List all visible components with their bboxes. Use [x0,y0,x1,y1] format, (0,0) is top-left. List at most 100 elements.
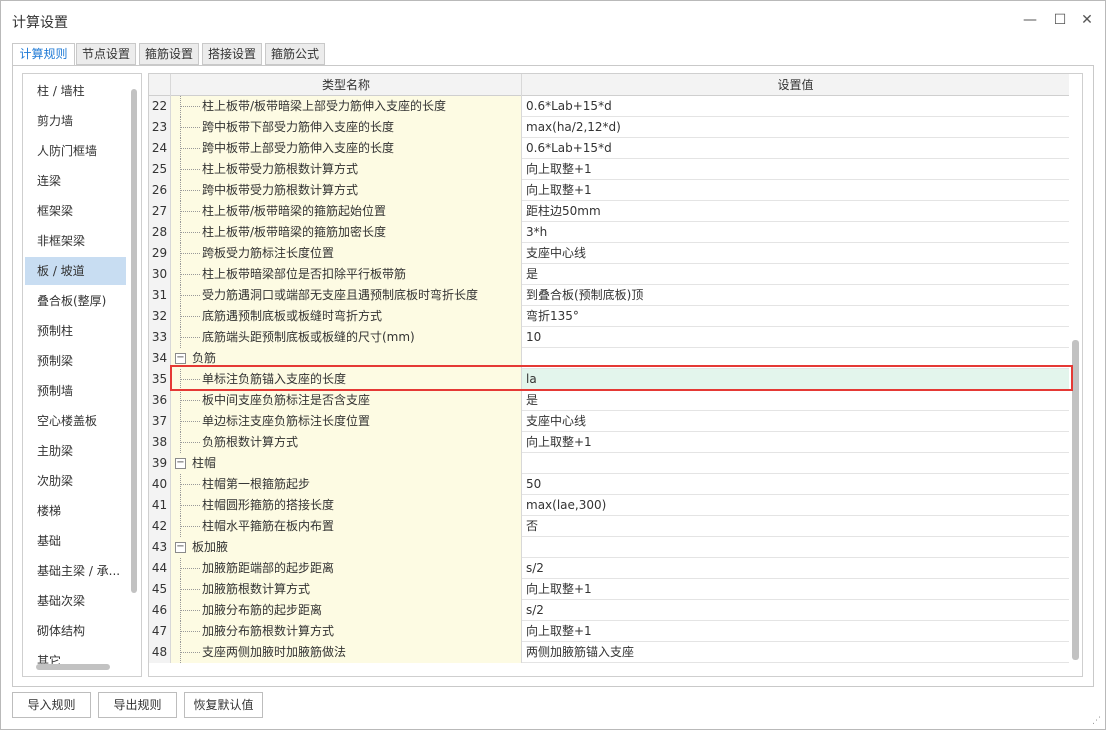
sidebar-item[interactable]: 板 / 坡道 [25,257,126,285]
table-row[interactable]: 28 柱上板带/板带暗梁的箍筋加密长度 3*h [149,222,1069,243]
sidebar-item[interactable]: 空心楼盖板 [25,407,126,435]
export-rules-button[interactable]: 导出规则 [98,692,177,718]
table-row[interactable]: 26 跨中板带受力筋根数计算方式 向上取整+1 [149,180,1069,201]
type-name-cell[interactable]: 柱帽水平箍筋在板内布置 [171,516,522,537]
type-name-cell[interactable]: − 负筋 [171,348,522,369]
type-name-cell[interactable]: 柱上板带/板带暗梁的箍筋加密长度 [171,222,522,243]
table-row[interactable]: 42 柱帽水平箍筋在板内布置 否 [149,516,1069,537]
table-row[interactable]: 33 底筋端头距预制底板或板缝的尺寸(mm) 10 [149,327,1069,348]
type-name-cell[interactable]: 加腋分布筋的起步距离 [171,600,522,621]
setting-value-cell[interactable]: 50 [522,474,1069,495]
table-row[interactable]: 24 跨中板带上部受力筋伸入支座的长度 0.6*Lab+15*d [149,138,1069,159]
maximize-icon[interactable]: ☐ [1050,10,1070,30]
collapse-icon[interactable]: − [175,458,186,469]
type-name-cell[interactable]: 单标注负筋锚入支座的长度 [171,369,522,390]
sidebar-item[interactable]: 柱 / 墙柱 [25,77,126,105]
type-name-cell[interactable]: 柱帽圆形箍筋的搭接长度 [171,495,522,516]
table-row[interactable]: 40 柱帽第一根箍筋起步 50 [149,474,1069,495]
type-name-cell[interactable]: − 柱帽 [171,453,522,474]
group-row[interactable]: 39− 柱帽 [149,453,1069,474]
setting-value-cell[interactable]: s/2 [522,600,1069,621]
sidebar-item[interactable]: 基础 [25,527,126,555]
setting-value-cell[interactable]: 两侧加腋筋锚入支座 [522,642,1069,663]
type-name-cell[interactable]: 跨中板带上部受力筋伸入支座的长度 [171,138,522,159]
setting-value-cell[interactable]: max(ha/2,12*d) [522,117,1069,138]
setting-value-cell[interactable]: 否 [522,516,1069,537]
type-name-cell[interactable]: 柱上板带/板带暗梁的箍筋起始位置 [171,201,522,222]
group-row[interactable]: 43− 板加腋 [149,537,1069,558]
table-row[interactable]: 41 柱帽圆形箍筋的搭接长度 max(lae,300) [149,495,1069,516]
setting-value-cell[interactable]: 向上取整+1 [522,159,1069,180]
sidebar-vertical-scrollbar[interactable] [131,89,137,593]
type-name-cell[interactable]: 跨板受力筋标注长度位置 [171,243,522,264]
setting-value-cell[interactable]: la [522,369,1069,390]
setting-value-cell[interactable]: 距柱边50mm [522,201,1069,222]
sidebar-item[interactable]: 预制墙 [25,377,126,405]
table-row[interactable]: 36 板中间支座负筋标注是否含支座 是 [149,390,1069,411]
sidebar-item[interactable]: 预制柱 [25,317,126,345]
table-row[interactable]: 25 柱上板带受力筋根数计算方式 向上取整+1 [149,159,1069,180]
close-icon[interactable]: ✕ [1077,10,1097,30]
setting-value-cell[interactable]: 0.6*Lab+15*d [522,96,1069,117]
sidebar-item[interactable]: 预制梁 [25,347,126,375]
tab-stirrup-formula[interactable]: 箍筋公式 [265,43,325,65]
minimize-icon[interactable]: — [1020,10,1040,30]
table-row[interactable]: 29 跨板受力筋标注长度位置 支座中心线 [149,243,1069,264]
setting-value-cell[interactable]: 向上取整+1 [522,432,1069,453]
setting-value-cell[interactable] [522,453,1069,474]
collapse-icon[interactable]: − [175,353,186,364]
table-row[interactable]: 23 跨中板带下部受力筋伸入支座的长度 max(ha/2,12*d) [149,117,1069,138]
setting-value-cell[interactable]: 支座中心线 [522,411,1069,432]
sidebar-item[interactable]: 叠合板(整厚) [25,287,126,315]
resize-grip-icon[interactable]: ⋰ [1092,716,1102,726]
setting-value-cell[interactable]: 弯折135° [522,306,1069,327]
type-name-cell[interactable]: − 板加腋 [171,537,522,558]
sidebar-horizontal-scrollbar[interactable] [36,664,110,670]
sidebar-item[interactable]: 砌体结构 [25,617,126,645]
table-row[interactable]: 22 柱上板带/板带暗梁上部受力筋伸入支座的长度 0.6*Lab+15*d [149,96,1069,117]
table-row[interactable]: 47 加腋分布筋根数计算方式 向上取整+1 [149,621,1069,642]
setting-value-cell[interactable]: 向上取整+1 [522,579,1069,600]
setting-value-cell[interactable]: max(lae,300) [522,495,1069,516]
setting-value-cell[interactable]: 支座中心线 [522,243,1069,264]
setting-value-cell[interactable]: 到叠合板(预制底板)顶 [522,285,1069,306]
table-row[interactable]: 32 底筋遇预制底板或板缝时弯折方式 弯折135° [149,306,1069,327]
type-name-cell[interactable]: 加腋筋根数计算方式 [171,579,522,600]
tab-stirrup-settings[interactable]: 箍筋设置 [139,43,199,65]
setting-value-cell[interactable]: 3*h [522,222,1069,243]
sidebar-item[interactable]: 基础主梁 / 承... [25,557,126,585]
setting-value-cell[interactable] [522,348,1069,369]
type-name-cell[interactable]: 柱帽第一根箍筋起步 [171,474,522,495]
sidebar-item[interactable]: 次肋梁 [25,467,126,495]
setting-value-cell[interactable] [522,537,1069,558]
group-row[interactable]: 34− 负筋 [149,348,1069,369]
setting-value-cell[interactable]: 向上取整+1 [522,621,1069,642]
setting-value-cell[interactable]: 10 [522,327,1069,348]
type-name-cell[interactable]: 加腋分布筋根数计算方式 [171,621,522,642]
setting-value-cell[interactable]: 0.6*Lab+15*d [522,138,1069,159]
tab-calc-rules[interactable]: 计算规则 [12,43,75,67]
type-name-cell[interactable]: 负筋根数计算方式 [171,432,522,453]
sidebar-item[interactable]: 框架梁 [25,197,126,225]
type-name-cell[interactable]: 柱上板带暗梁部位是否扣除平行板带筋 [171,264,522,285]
type-name-cell[interactable]: 跨中板带受力筋根数计算方式 [171,180,522,201]
restore-defaults-button[interactable]: 恢复默认值 [184,692,263,718]
tab-lap-settings[interactable]: 搭接设置 [202,43,262,65]
type-name-cell[interactable]: 单边标注支座负筋标注长度位置 [171,411,522,432]
setting-value-cell[interactable]: 向上取整+1 [522,180,1069,201]
table-row[interactable]: 37 单边标注支座负筋标注长度位置 支座中心线 [149,411,1069,432]
import-rules-button[interactable]: 导入规则 [12,692,91,718]
table-row[interactable]: 27 柱上板带/板带暗梁的箍筋起始位置 距柱边50mm [149,201,1069,222]
table-row[interactable]: 31 受力筋遇洞口或端部无支座且遇预制底板时弯折长度 到叠合板(预制底板)顶 [149,285,1069,306]
setting-value-cell[interactable]: s/2 [522,558,1069,579]
sidebar-item[interactable]: 人防门框墙 [25,137,126,165]
type-name-cell[interactable]: 跨中板带下部受力筋伸入支座的长度 [171,117,522,138]
sidebar-item[interactable]: 其它 [25,647,126,675]
table-row[interactable]: 48 支座两侧加腋时加腋筋做法 两侧加腋筋锚入支座 [149,642,1069,663]
type-name-cell[interactable]: 加腋筋距端部的起步距离 [171,558,522,579]
sidebar-item[interactable]: 非框架梁 [25,227,126,255]
sidebar-item[interactable]: 主肋梁 [25,437,126,465]
table-row[interactable]: 44 加腋筋距端部的起步距离 s/2 [149,558,1069,579]
sidebar-item[interactable]: 剪力墙 [25,107,126,135]
setting-value-cell[interactable]: 是 [522,264,1069,285]
